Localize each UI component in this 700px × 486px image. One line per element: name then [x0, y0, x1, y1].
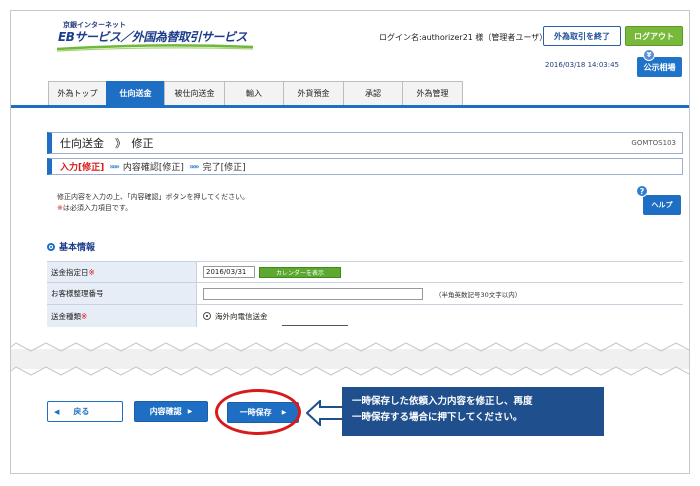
step-arrow-icon: »»»	[109, 162, 120, 171]
field-value: 2016/03/31 カレンダーを表示	[197, 262, 683, 282]
back-button[interactable]: ◀ 戻る	[47, 401, 123, 422]
brand-swoosh-icon	[56, 44, 254, 52]
help-button[interactable]: ヘルプ	[643, 195, 681, 215]
field-label: 送金指定日 ※	[47, 262, 197, 282]
tab-inward-remittance[interactable]: 被仕向送金	[164, 81, 225, 105]
arrow-left-icon: ◀	[54, 407, 60, 416]
rate-wrapper: 公示相場 ¥	[637, 49, 682, 77]
highlight-circle	[215, 389, 301, 435]
callout-annotation: 一時保存した依頼入力内容を修正し、再度 一時保存する場合に押下してください。	[342, 387, 604, 436]
confirm-content-button[interactable]: 内容確認 ▶	[134, 401, 208, 422]
callout-pointer-icon	[306, 400, 344, 426]
remit-date-input[interactable]: 2016/03/31	[203, 266, 255, 278]
field-value: 海外向電信送金	[197, 305, 683, 327]
tab-fx-top[interactable]: 外為トップ	[48, 81, 107, 105]
step-complete: 完了[修正]	[202, 163, 246, 173]
help-wrapper: ヘルプ ?	[636, 185, 683, 217]
yen-icon: ¥	[643, 49, 655, 61]
app-window: 京銀インターネット EBサービス／外国為替取引サービス ログイン名:author…	[10, 10, 690, 474]
customer-reference-input[interactable]	[203, 287, 423, 300]
page-title: 仕向送金 》 修正	[60, 137, 154, 150]
instructions: 修正内容を入力の上、「内容確認」ボタンを押してください。 ※は必須入力項目です。	[57, 192, 249, 214]
input-note: （半角英数記号30文字以内）	[435, 290, 522, 299]
form-row-type: 送金種類 ※ 海外向電信送金	[47, 305, 683, 327]
bullet-icon	[47, 242, 55, 251]
calendar-button[interactable]: カレンダーを表示	[259, 266, 341, 278]
field-label: 送金種類 ※	[47, 305, 197, 327]
login-name: ログイン名:authorizer21 様（管理者ユーザ）	[379, 33, 548, 42]
instruction-line: 修正内容を入力の上、「内容確認」ボタンを押してください。	[57, 193, 250, 201]
step-indicator: 入力[修正] »»» 内容確認[修正] »»» 完了[修正]	[47, 158, 683, 175]
public-rate-button[interactable]: 公示相場	[637, 57, 682, 77]
form-row-reference: お客様整理番号 （半角英数記号30文字以内）	[47, 283, 683, 305]
tab-fx-management[interactable]: 外為管理	[402, 81, 463, 105]
section-heading: 基本情報	[47, 240, 95, 253]
tab-fx-deposit[interactable]: 外貨預金	[283, 81, 344, 105]
tab-outward-remittance[interactable]: 仕向送金	[106, 81, 165, 105]
page-title-bar: 仕向送金 》 修正 GOMTOS103	[47, 132, 683, 154]
tab-approval[interactable]: 承認	[343, 81, 403, 105]
divider	[282, 325, 348, 326]
remit-type-option[interactable]: 海外向電信送金	[215, 311, 268, 322]
step-input: 入力[修正]	[60, 163, 105, 173]
tab-import[interactable]: 輸入	[224, 81, 284, 105]
screen-id: GOMTOS103	[631, 139, 676, 147]
field-value: （半角英数記号30文字以内）	[197, 283, 683, 304]
main-tab-bar: 外為トップ 仕向送金 被仕向送金 輸入 外貨預金 承認 外為管理	[48, 81, 463, 105]
radio-selected-icon[interactable]	[203, 312, 211, 320]
login-datetime: 2016/03/18 14:03:45	[545, 61, 620, 69]
logout-button[interactable]: ログアウト	[625, 26, 683, 46]
form-row-date: 送金指定日 ※ 2016/03/31 カレンダーを表示	[47, 261, 683, 283]
end-fx-button[interactable]: 外為取引を終了	[543, 26, 621, 46]
torn-edge-divider	[11, 339, 689, 379]
instruction-line: ※は必須入力項目です。	[57, 204, 133, 212]
question-icon: ?	[636, 185, 648, 197]
step-confirm: 内容確認[修正]	[122, 163, 184, 173]
step-arrow-icon: »»»	[188, 162, 200, 171]
arrow-right-icon: ▶	[187, 408, 193, 415]
field-label: お客様整理番号	[47, 283, 197, 304]
tab-underline	[11, 105, 689, 108]
